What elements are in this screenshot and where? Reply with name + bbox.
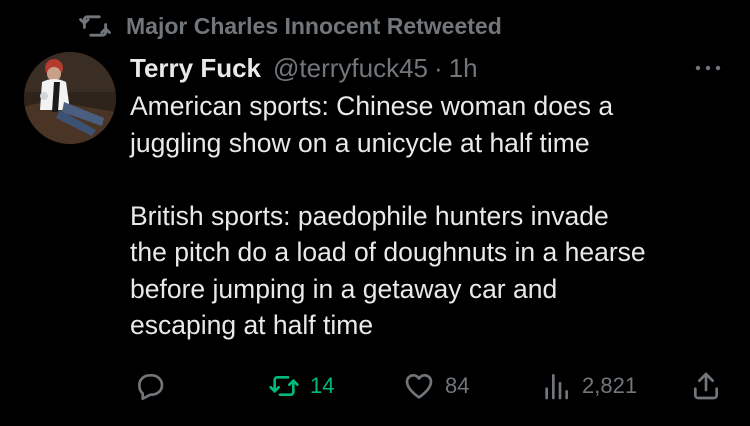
tweet-text-line: British sports: paedophile hunters invad…	[130, 200, 609, 231]
heart-icon	[403, 370, 435, 402]
tweet-text-line: escaping at half time	[130, 310, 374, 340]
tweet-header: Terry Fuck @terryfuck45 · 1h	[130, 50, 478, 86]
more-options-button[interactable]	[692, 56, 724, 80]
like-button[interactable]: 84	[403, 366, 469, 406]
avatar[interactable]	[24, 52, 116, 144]
views-count: 2,821	[582, 373, 638, 398]
tweet-text-line	[130, 161, 730, 198]
views-button[interactable]: 2,821	[540, 366, 637, 406]
author-display-name[interactable]: Terry Fuck	[130, 53, 261, 84]
separator-dot: ·	[434, 52, 443, 83]
retweet-icon	[268, 370, 300, 402]
retweet-button[interactable]: 14	[268, 366, 334, 406]
retweet-context-text: Major Charles Innocent Retweeted	[126, 12, 502, 39]
tweet-text-line: juggling show on a unicycle at half time	[130, 127, 590, 158]
author-handle[interactable]: @terryfuck45	[273, 53, 428, 84]
tweet-text-line: American sports: Chinese woman does a	[130, 91, 614, 121]
reply-button[interactable]	[134, 366, 176, 406]
share-icon	[690, 370, 722, 402]
retweet-context[interactable]: Major Charles Innocent Retweeted	[78, 10, 502, 42]
retweet-count: 14	[310, 373, 335, 398]
tweet-text-line: before jumping in a getaway car and	[130, 273, 558, 304]
more-horizontal-icon	[693, 63, 723, 73]
share-button[interactable]	[690, 366, 722, 406]
retweet-icon	[78, 9, 112, 43]
like-count: 84	[445, 373, 470, 398]
views-icon	[540, 370, 572, 402]
tweet-text: American sports: Chinese woman does a ju…	[130, 88, 730, 344]
tweet-text-line: the pitch do a load of doughnuts in a he…	[130, 237, 646, 267]
tweet-timestamp[interactable]: 1h	[449, 53, 478, 84]
reply-icon	[134, 370, 166, 402]
